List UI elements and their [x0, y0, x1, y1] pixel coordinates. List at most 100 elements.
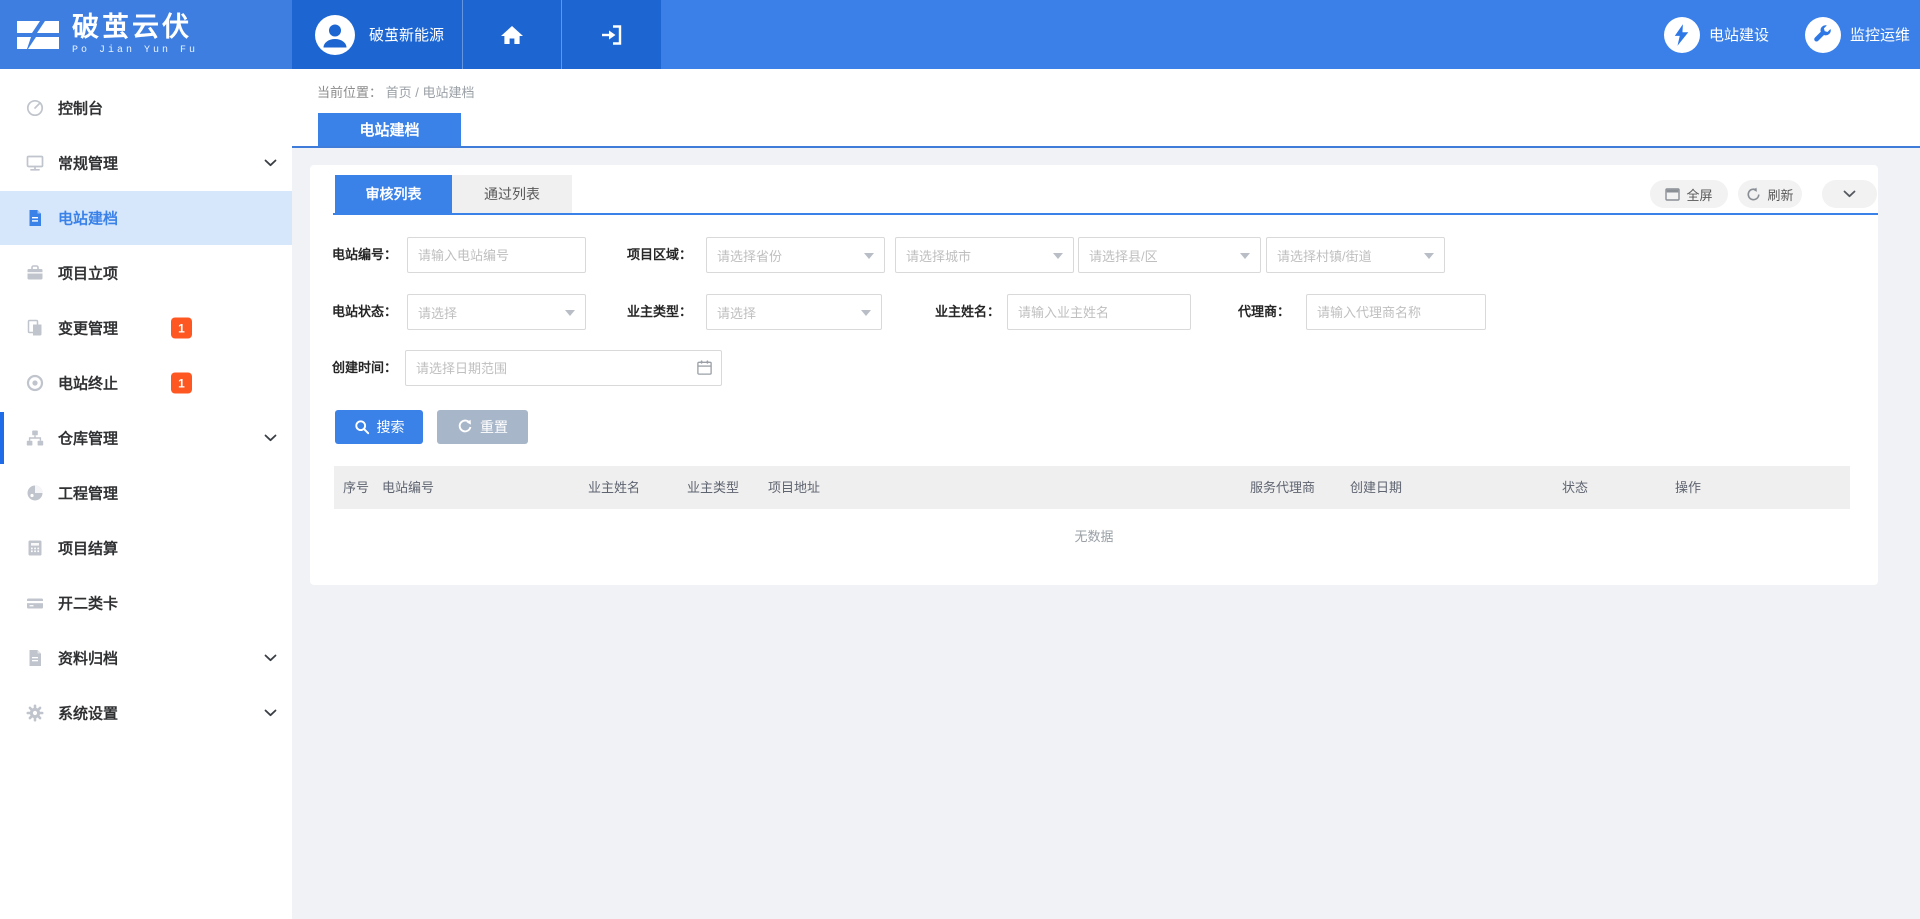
- document-icon: [25, 208, 45, 228]
- monitor-icon: [25, 153, 45, 173]
- sidebar-item-station-filing[interactable]: 电站建档: [0, 191, 292, 245]
- calculator-icon: [25, 538, 45, 558]
- date-range-field: [405, 350, 722, 386]
- refresh-icon: [1746, 187, 1761, 202]
- reset-button[interactable]: 重置: [437, 410, 528, 444]
- archive-file-icon: [25, 648, 45, 668]
- column-header-address: 项目地址: [768, 466, 820, 509]
- column-header-station-no: 电站编号: [382, 466, 434, 509]
- pages-icon: [25, 318, 45, 338]
- owner-type-select[interactable]: 请选择: [706, 294, 882, 330]
- search-icon: [354, 419, 370, 435]
- brand-subtitle: Po Jian Yun Fu: [72, 45, 198, 56]
- breadcrumb-path[interactable]: 首页 / 电站建档: [386, 85, 475, 100]
- agent-label: 代理商：: [1190, 294, 1290, 330]
- sidebar-item-project-initiation[interactable]: 项目立项: [0, 246, 292, 300]
- header-quick-links: 电站建设 监控运维: [661, 0, 1920, 69]
- agent-input[interactable]: [1306, 294, 1486, 330]
- home-icon: [500, 24, 524, 46]
- date-range-input[interactable]: [405, 350, 722, 386]
- breadcrumb: 当前位置： 首页 / 电站建档: [317, 82, 474, 101]
- column-header-agent: 服务代理商: [1250, 466, 1315, 509]
- calendar-icon[interactable]: [696, 359, 713, 376]
- brand-logo[interactable]: 破茧云伏 Po Jian Yun Fu: [0, 0, 292, 69]
- tab-review-list[interactable]: 审核列表: [335, 175, 452, 213]
- table-header-row: 序号 电站编号 业主姓名 业主类型 项目地址 服务代理商 创建日期 状态 操作: [334, 466, 1850, 509]
- chevron-down-icon: [1843, 190, 1856, 198]
- sitemap-icon: [25, 428, 45, 448]
- quick-link-monitoring-ops[interactable]: 监控运维: [1805, 17, 1910, 53]
- project-region-label: 项目区域：: [592, 237, 692, 273]
- select-caret-icon: [1053, 253, 1063, 259]
- select-caret-icon: [565, 310, 575, 316]
- bank-card-icon: [25, 593, 45, 613]
- village-select[interactable]: 请选择村镇/街道: [1266, 237, 1445, 273]
- chevron-down-icon: [264, 434, 277, 442]
- record-icon: [25, 373, 45, 393]
- main-content: 当前位置： 首页 / 电站建档 电站建档 审核列表 通过列表 全屏: [292, 69, 1920, 919]
- briefcase-icon: [25, 263, 45, 283]
- logout-icon: [600, 23, 624, 47]
- reset-icon: [457, 419, 473, 435]
- sidebar-item-open-type2-card[interactable]: 开二类卡: [0, 576, 292, 630]
- owner-name-input[interactable]: [1007, 294, 1191, 330]
- wrench-icon: [1805, 17, 1841, 53]
- quick-link-station-construction[interactable]: 电站建设: [1664, 17, 1769, 53]
- notification-badge: 1: [171, 318, 192, 339]
- owner-type-label: 业主类型：: [592, 294, 692, 330]
- sidebar-item-station-termination[interactable]: 电站终止 1: [0, 356, 292, 410]
- chevron-down-icon: [264, 159, 277, 167]
- search-button[interactable]: 搜索: [335, 410, 423, 444]
- sidebar-item-change-management[interactable]: 变更管理 1: [0, 301, 292, 355]
- station-filing-panel: 审核列表 通过列表 全屏 刷新: [310, 165, 1878, 585]
- chevron-down-icon: [264, 709, 277, 717]
- column-header-created: 创建日期: [1350, 466, 1402, 509]
- sidebar-item-engineering-management[interactable]: 工程管理: [0, 466, 292, 520]
- app-window: 破茧云伏 Po Jian Yun Fu 破茧新能源: [0, 0, 1920, 919]
- gauge-icon: [25, 98, 45, 118]
- refresh-button[interactable]: 刷新: [1738, 180, 1802, 208]
- station-no-input[interactable]: [407, 237, 586, 273]
- page-tab-station-filing[interactable]: 电站建档: [318, 113, 461, 146]
- tab-underline: [333, 213, 1878, 215]
- sidebar-item-general-management[interactable]: 常规管理: [0, 136, 292, 190]
- home-button[interactable]: [462, 0, 561, 69]
- chevron-down-icon: [264, 654, 277, 662]
- column-header-owner-name: 业主姓名: [588, 466, 640, 509]
- brand-title: 破茧云伏: [72, 14, 198, 41]
- sidebar-item-system-settings[interactable]: 系统设置: [0, 686, 292, 740]
- pie-dashboard-icon: [25, 483, 45, 503]
- sidebar-item-data-archive[interactable]: 资料归档: [0, 631, 292, 685]
- owner-name-label: 业主姓名：: [900, 294, 1000, 330]
- sidebar-item-console[interactable]: 控制台: [0, 81, 292, 135]
- quick-link-label: 监控运维: [1850, 24, 1910, 45]
- station-status-select[interactable]: 请选择: [407, 294, 586, 330]
- fullscreen-icon: [1665, 188, 1680, 201]
- county-select[interactable]: 请选择县/区: [1078, 237, 1261, 273]
- city-select[interactable]: 请选择城市: [895, 237, 1074, 273]
- station-status-label: 电站状态：: [310, 294, 397, 330]
- user-company-name: 破茧新能源: [369, 24, 444, 45]
- user-menu[interactable]: 破茧新能源: [292, 0, 462, 69]
- column-header-index: 序号: [343, 466, 369, 509]
- sidebar-item-project-settlement[interactable]: 项目结算: [0, 521, 292, 575]
- user-avatar-icon: [315, 15, 355, 55]
- tab-passed-list[interactable]: 通过列表: [452, 175, 572, 213]
- collapse-toolbar-button[interactable]: [1822, 180, 1877, 208]
- created-time-label: 创建时间：: [310, 350, 397, 386]
- sidebar-item-warehouse-management[interactable]: 仓库管理: [0, 411, 292, 465]
- station-no-label: 电站编号：: [310, 237, 397, 273]
- column-header-actions: 操作: [1675, 466, 1701, 509]
- quick-link-label: 电站建设: [1709, 24, 1769, 45]
- empty-table-message: 无数据: [310, 526, 1878, 545]
- select-caret-icon: [864, 253, 874, 259]
- brand-logo-icon: [15, 15, 61, 55]
- top-header: 破茧云伏 Po Jian Yun Fu 破茧新能源: [0, 0, 1920, 69]
- column-header-owner-type: 业主类型: [687, 466, 739, 509]
- province-select[interactable]: 请选择省份: [706, 237, 885, 273]
- select-caret-icon: [1424, 253, 1434, 259]
- logout-button[interactable]: [561, 0, 661, 69]
- select-caret-icon: [1240, 253, 1250, 259]
- fullscreen-button[interactable]: 全屏: [1650, 180, 1728, 208]
- lightning-icon: [1664, 17, 1700, 53]
